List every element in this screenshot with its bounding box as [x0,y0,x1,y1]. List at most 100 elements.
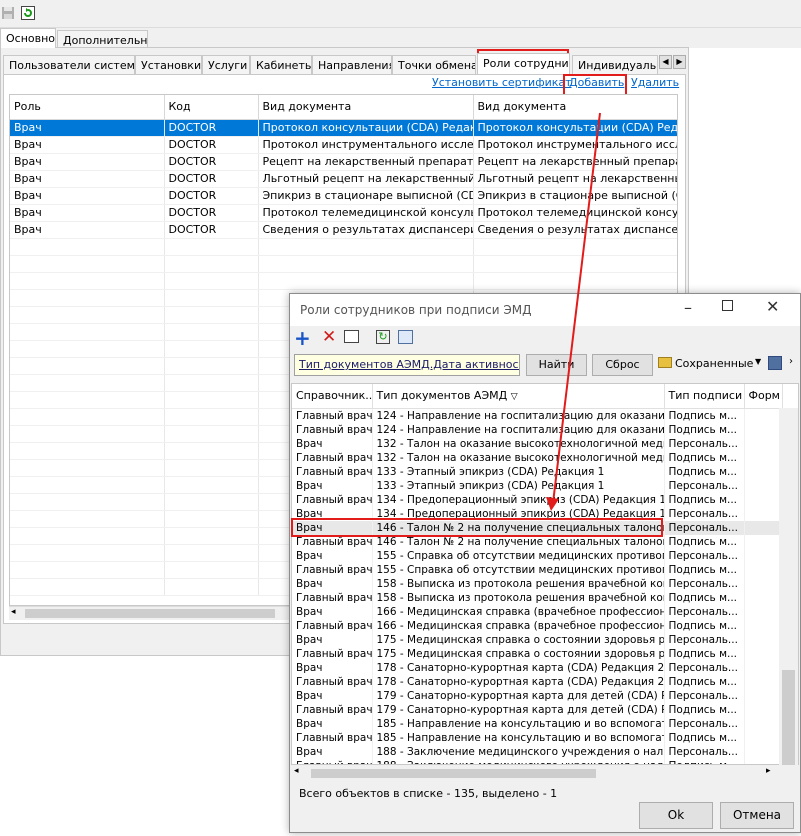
list-item[interactable]: Главный врач 179 - Санаторно-курортная ка… [292,702,783,717]
list-item[interactable]: Главный врач 158 - Выписка из протокола р… [292,590,783,605]
col-doc-type-2[interactable]: Вид документа [473,95,677,120]
list-cell: Персональ... [664,716,745,731]
col-code[interactable]: Код [164,95,259,120]
list-item[interactable]: Врач 188 - Заключение медицинского учрежд… [292,744,783,759]
table-row[interactable]: Врач DOCTOR Протокол телемедицинской консу… [10,204,677,222]
list-cell [744,604,783,619]
list-item[interactable]: Врач 132 - Талон на оказание высокотехнол… [292,436,783,451]
saved-filters-button[interactable]: Сохраненные [675,357,753,370]
hscroll-right-icon[interactable]: ▸ [766,766,771,776]
col-form[interactable]: Форм [744,384,783,409]
empty-row [10,272,677,290]
tab-settings[interactable]: Установки [135,55,202,75]
dialog-grid-vscroll[interactable] [779,408,798,765]
table-row[interactable]: Врач DOCTOR Рецепт на лекарственный препар… [10,153,677,171]
reset-button[interactable]: Сброс [592,354,653,376]
table-cell: Врач [10,153,165,171]
list-item[interactable]: Врач 175 - Медицинская справка о состояни… [292,632,783,647]
set-certificate-link[interactable]: Установить сертификат [432,76,572,89]
list-item[interactable]: Врач 166 - Медицинская справка (врачебное… [292,604,783,619]
col-doc-type[interactable]: Вид документа [258,95,474,120]
dialog-window: Роли сотрудников при подписи ЭМД – ✕ + ✕… [289,293,801,833]
delete-link[interactable]: Удалить [631,76,679,89]
list-item[interactable]: Главный врач 132 - Талон на оказание высо… [292,450,783,465]
save-filter-icon[interactable] [768,356,782,370]
dialog-grid-hscroll[interactable]: ◂ ▸ [291,765,799,781]
list-item[interactable]: Врач 146 - Талон № 2 на получение специал… [292,520,783,535]
minimize-icon[interactable]: – [684,298,692,317]
tab-users[interactable]: Пользователи системы [3,55,135,75]
list-item[interactable]: Главный врач 134 - Предоперационный эпикр… [292,492,783,507]
list-cell: Подпись м... [664,492,745,507]
close-icon[interactable]: ✕ [766,297,779,316]
col-reference[interactable]: Справочник... [292,384,373,409]
cancel-button[interactable]: Отмена [720,802,794,829]
hscroll-left-icon[interactable]: ◂ [294,766,299,776]
hscroll-thumb[interactable] [311,769,596,778]
refresh-icon-dlg[interactable]: ↻ [376,330,390,344]
add-link[interactable]: Добавить [569,76,624,89]
list-cell: 134 - Предоперационный эпикриз (CDA) Ред… [372,506,665,521]
delete-icon[interactable]: ✕ [322,327,336,347]
list-cell: Подпись м... [664,534,745,549]
tab-dopolnitelno[interactable]: Дополнительно [57,30,148,48]
tab-services[interactable]: Услуги [202,55,250,75]
table-cell: Сведения о результатах диспансериз... [258,221,474,239]
list-item[interactable]: Врач 158 - Выписка из протокола решения в… [292,576,783,591]
tab-scroll-left[interactable]: ◀ [659,55,672,69]
table-row[interactable]: Врач DOCTOR Льготный рецепт на лекарственн… [10,170,677,188]
list-item[interactable]: Врач 155 - Справка об отсутствии медицинс… [292,548,783,563]
col-aemd-type[interactable]: Тип документов АЭМД ▽ [372,384,665,409]
scroll-thumb[interactable] [25,609,275,618]
list-item[interactable]: Главный врач 166 - Медицинская справка (в… [292,618,783,633]
list-item[interactable]: Врач 179 - Санаторно-курортная карта для … [292,688,783,703]
list-item[interactable]: Главный врач 124 - Направление на госпита… [292,408,783,423]
table-cell: Протокол инструментального исследо... [473,136,677,154]
maximize-icon[interactable] [722,300,733,311]
add-icon[interactable]: + [294,326,311,350]
list-item[interactable]: Главный врач 146 - Талон № 2 на получение… [292,534,783,549]
scroll-left-icon[interactable]: ◂ [11,607,16,617]
tab-scroll-right[interactable]: ▶ [673,55,686,69]
list-item[interactable]: Главный врач 133 - Этапный эпикриз (CDA) … [292,464,783,479]
list-item[interactable]: Главный врач 175 - Медицинская справка о … [292,646,783,661]
col-signature-type[interactable]: Тип подписи [664,384,745,409]
table-cell: Врач [10,221,165,239]
list-cell: 178 - Санаторно-курортная карта (CDA) Ре… [372,660,665,675]
dialog-status: Всего объектов в списке - 135, выделено … [299,787,558,800]
properties-icon[interactable] [344,330,359,343]
tab-osnovnoe[interactable]: Основное [0,28,56,48]
list-item[interactable]: Врач 178 - Санаторно-курортная карта (CDA… [292,660,783,675]
list-item[interactable]: Главный врач 185 - Направление на консуль… [292,730,783,745]
list-item[interactable]: Врач 185 - Направление на консультацию и … [292,716,783,731]
list-item[interactable]: Главный врач 178 - Санаторно-курортная ка… [292,674,783,689]
list-item[interactable]: Главный врач 124 - Направление на госпита… [292,422,783,437]
table-row[interactable]: Врач DOCTOR Эпикриз в стационаре выписной … [10,187,677,205]
find-button[interactable]: Найти [526,354,587,376]
list-cell: 132 - Талон на оказание высокотехнологич… [372,450,665,465]
list-item[interactable]: Главный врач 155 - Справка об отсутствии … [292,562,783,577]
list-item[interactable]: Врач 134 - Предоперационный эпикриз (CDA)… [292,506,783,521]
tab-cabinets[interactable]: Кабинеты [250,55,312,75]
list-item[interactable]: Врач 133 - Этапный эпикриз (CDA) Редакция… [292,478,783,493]
filter-chip[interactable]: Тип документов АЭМД.Дата активност... [294,354,520,376]
tab-directions[interactable]: Направления [312,55,392,75]
tab-individual[interactable]: Индивидуальн [572,55,658,75]
table-cell: Льготный рецепт на лекарственный п... [473,170,677,188]
ok-button[interactable]: Ok [639,802,713,829]
vscroll-thumb[interactable] [782,670,795,765]
save-icon[interactable] [0,6,16,22]
list-cell: Персональ... [664,576,745,591]
table-row[interactable]: Врач DOCTOR Протокол инструментального исс… [10,136,677,154]
col-role[interactable]: Роль [10,95,165,120]
tab-employee-roles[interactable]: Роли сотрудника [477,53,570,74]
more-icon[interactable]: › [789,356,793,367]
tab-exchange-points[interactable]: Точки обмена [392,55,476,75]
chevron-down-icon[interactable]: ▼ [755,357,761,366]
table-cell: Врач [10,204,165,222]
refresh-icon[interactable] [20,6,36,22]
table-row[interactable]: Врач DOCTOR Сведения о результатах диспанс… [10,221,677,239]
export-icon[interactable] [398,330,413,344]
list-cell [744,744,783,759]
table-row[interactable]: Врач DOCTOR Протокол консультации (CDA) Ре… [10,119,677,137]
